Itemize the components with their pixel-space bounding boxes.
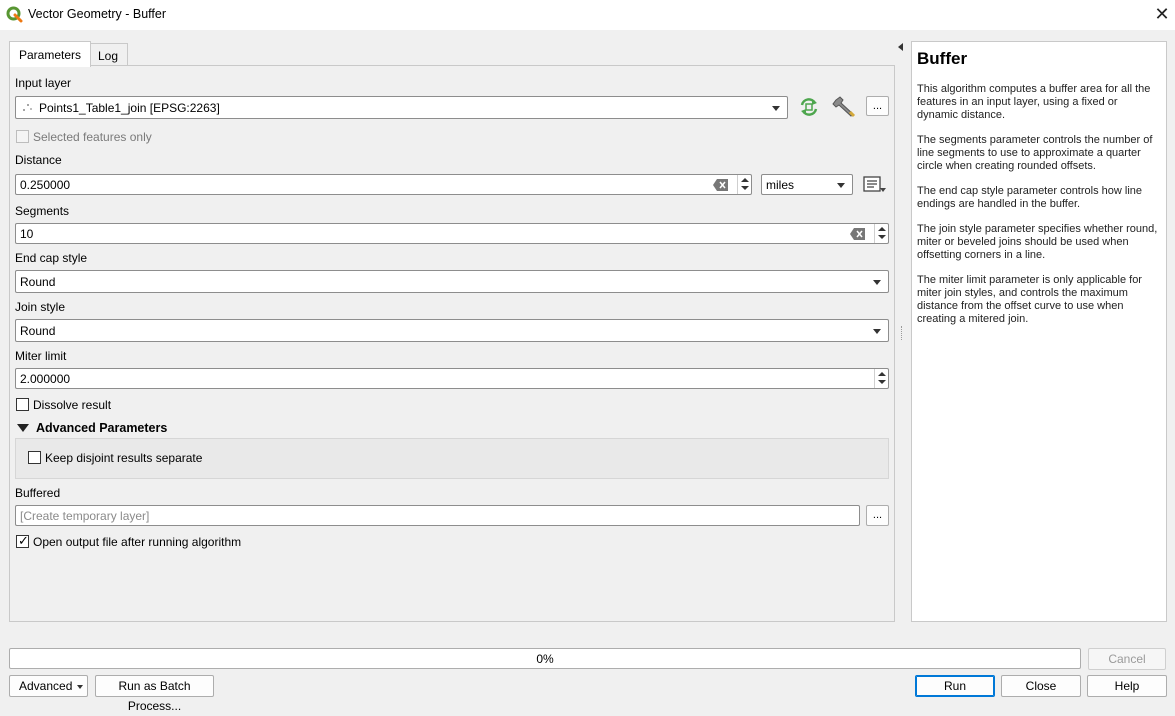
help-paragraph: The join style parameter specifies wheth… <box>917 223 1158 261</box>
segments-input[interactable]: 10 <box>15 223 889 244</box>
tab-log[interactable]: Log <box>88 43 129 66</box>
data-defined-override-icon[interactable] <box>862 175 888 195</box>
run-batch-button[interactable]: Run as Batch Process... <box>95 675 214 713</box>
help-paragraph: The end cap style parameter controls how… <box>917 185 1143 210</box>
chevron-down-icon <box>837 183 845 188</box>
segments-label: Segments <box>15 204 70 218</box>
progress-text: 0% <box>536 652 554 666</box>
distance-spinner[interactable] <box>737 175 751 194</box>
keep-disjoint-label: Keep disjoint results separate <box>45 451 203 465</box>
clear-segments-icon[interactable] <box>850 228 866 240</box>
input-layer-label: Input layer <box>15 76 72 90</box>
open-output-label: Open output file after running algorithm <box>33 535 242 549</box>
miter-limit-spinner[interactable] <box>874 369 888 388</box>
join-style-select[interactable]: Round <box>15 319 889 342</box>
input-layer-browse-button[interactable]: ... <box>866 96 889 116</box>
input-layer-value: Points1_Table1_join [EPSG:2263] <box>39 101 220 115</box>
distance-value: 0.250000 <box>20 178 71 192</box>
dissolve-label: Dissolve result <box>33 398 112 412</box>
open-output-checkbox[interactable]: ✓ <box>16 533 29 548</box>
help-paragraph: This algorithm computes a buffer area fo… <box>917 83 1151 121</box>
chevron-down-icon <box>77 685 83 689</box>
chevron-down-icon <box>772 106 780 111</box>
qgis-logo-icon <box>6 6 23 23</box>
segments-value: 10 <box>20 227 34 241</box>
buffered-browse-button[interactable]: ... <box>866 505 889 526</box>
selected-features-checkbox[interactable] <box>16 130 29 143</box>
title-bar: Vector Geometry - Buffer ✕ <box>0 0 1175 30</box>
point-layer-icon <box>23 104 32 111</box>
collapse-triangle-icon[interactable] <box>17 424 29 432</box>
advanced-menu-button[interactable]: Advanced <box>9 675 88 697</box>
distance-unit-select[interactable]: miles <box>761 174 853 195</box>
collapse-help-icon[interactable] <box>898 43 903 51</box>
buffered-label: Buffered <box>15 486 61 500</box>
checkmark-icon: ✓ <box>18 533 29 548</box>
segments-spinner[interactable] <box>874 224 888 243</box>
help-paragraph: The segments parameter controls the numb… <box>917 134 1153 172</box>
close-button[interactable]: Close <box>1001 675 1081 697</box>
advanced-options-wrench-icon[interactable] <box>832 95 858 119</box>
chevron-down-icon <box>873 329 881 334</box>
join-style-label: Join style <box>15 300 66 314</box>
help-panel: Buffer This algorithm computes a buffer … <box>911 41 1167 622</box>
window-title: Vector Geometry - Buffer <box>28 7 167 21</box>
distance-label: Distance <box>15 153 62 167</box>
progress-bar: 0% <box>9 648 1081 669</box>
miter-limit-value: 2.000000 <box>20 372 71 386</box>
join-style-value: Round <box>20 324 56 338</box>
selected-features-label: Selected features only <box>33 130 152 144</box>
keep-disjoint-checkbox[interactable] <box>28 451 41 464</box>
iterate-features-icon[interactable] <box>797 96 821 118</box>
miter-limit-input[interactable]: 2.000000 <box>15 368 889 389</box>
end-cap-label: End cap style <box>15 251 88 265</box>
cancel-button[interactable]: Cancel <box>1088 648 1166 670</box>
miter-limit-label: Miter limit <box>15 349 67 363</box>
chevron-down-icon <box>873 280 881 285</box>
buffered-output-placeholder: [Create temporary layer] <box>20 509 150 523</box>
window-close-button[interactable]: ✕ <box>1150 2 1174 26</box>
clear-distance-icon[interactable] <box>713 179 729 191</box>
help-paragraph: The miter limit parameter is only applic… <box>917 274 1142 325</box>
dissolve-checkbox[interactable] <box>16 398 29 411</box>
tab-parameters[interactable]: Parameters <box>9 41 92 67</box>
distance-unit-value: miles <box>766 178 795 192</box>
end-cap-value: Round <box>20 275 56 289</box>
help-button[interactable]: Help <box>1087 675 1167 697</box>
advanced-parameters-header[interactable]: Advanced Parameters <box>36 421 167 435</box>
end-cap-select[interactable]: Round <box>15 270 889 293</box>
distance-input[interactable]: 0.250000 <box>15 174 752 195</box>
advanced-menu-label: Advanced <box>19 679 73 693</box>
buffered-output-input[interactable]: [Create temporary layer] <box>15 505 860 526</box>
input-layer-combo[interactable]: Points1_Table1_join [EPSG:2263] <box>15 96 788 119</box>
run-button[interactable]: Run <box>915 675 995 697</box>
help-title: Buffer <box>917 49 968 68</box>
splitter-handle[interactable] <box>901 326 903 340</box>
